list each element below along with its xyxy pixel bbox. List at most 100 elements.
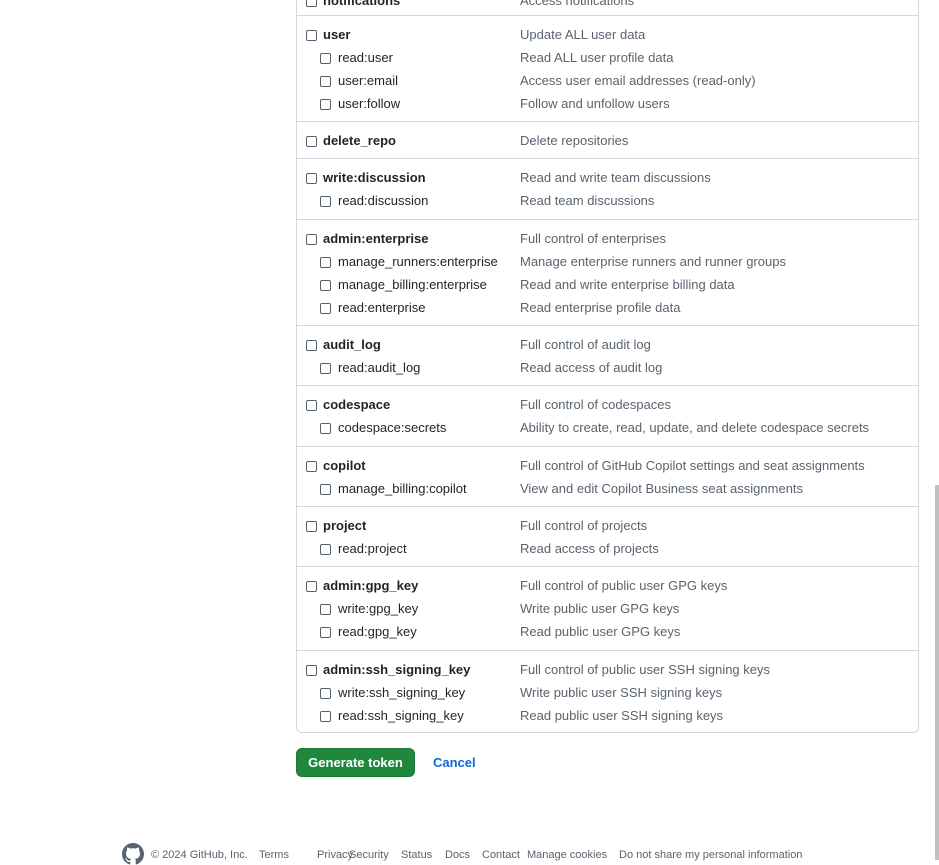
- scope-group: admin:ssh_signing_key Full control of pub…: [297, 651, 918, 733]
- scope-description: View and edit Copilot Business seat assi…: [520, 481, 804, 496]
- scope-row-child: read:audit_log Read access of audit log: [297, 357, 918, 380]
- scope-name: write:discussion: [323, 170, 426, 185]
- scope-row-child: codespace:secrets Ability to create, read…: [297, 417, 918, 440]
- scope-row-parent: admin:gpg_key Full control of public user…: [297, 575, 918, 598]
- scope-description: Read access of audit log: [520, 360, 663, 375]
- scope-name: project: [323, 518, 367, 533]
- scope-name: user:follow: [338, 96, 401, 111]
- scope-name: read:enterprise: [338, 300, 426, 315]
- scope-checkbox[interactable]: [306, 665, 317, 676]
- scope-row-child: read:gpg_key Read public user GPG keys: [297, 621, 918, 644]
- scope-description: Read public user SSH signing keys: [520, 708, 724, 723]
- cancel-link[interactable]: Cancel: [433, 755, 476, 770]
- scope-group: project Full control of projects read:proj…: [297, 507, 918, 567]
- scope-checkbox[interactable]: [306, 400, 317, 411]
- scope-description: Ability to create, read, update, and del…: [520, 420, 870, 435]
- scope-name: delete_repo: [323, 133, 396, 148]
- scrollbar-thumb[interactable]: [935, 485, 939, 860]
- scope-description: Read enterprise profile data: [520, 300, 681, 315]
- footer: © 2024 GitHub, Inc. Terms Privacy Securi…: [122, 843, 932, 865]
- scope-checkbox[interactable]: [320, 604, 331, 615]
- scope-name: manage_billing:enterprise: [338, 277, 487, 292]
- scope-description: Full control of public user GPG keys: [520, 578, 728, 593]
- footer-link-do-not-share[interactable]: Do not share my personal information: [619, 849, 802, 861]
- footer-link-manage-cookies[interactable]: Manage cookies: [527, 849, 607, 861]
- scope-row-child: user:email Access user email addresses (r…: [297, 70, 918, 93]
- scope-description: Read and write enterprise billing data: [520, 277, 735, 292]
- scope-checkbox[interactable]: [306, 521, 317, 532]
- scope-checkbox[interactable]: [320, 711, 331, 722]
- scope-group: user Update ALL user data read:user Read AL…: [297, 16, 918, 122]
- scope-checkbox[interactable]: [320, 423, 331, 434]
- scope-row-parent: project Full control of projects: [297, 515, 918, 538]
- scope-name: manage_billing:copilot: [338, 481, 467, 496]
- scope-row-child: read:enterprise Read enterprise profile d…: [297, 297, 918, 320]
- scope-name: user:email: [338, 73, 398, 88]
- scope-description: Follow and unfollow users: [520, 96, 670, 111]
- scope-row-child: read:user Read ALL user profile data: [297, 47, 918, 70]
- footer-link-terms[interactable]: Terms: [259, 849, 289, 861]
- scope-checkbox[interactable]: [320, 76, 331, 87]
- scope-checkbox[interactable]: [306, 136, 317, 147]
- footer-link-docs[interactable]: Docs: [445, 849, 470, 861]
- scope-name: read:audit_log: [338, 360, 421, 375]
- scope-description: Access notifications: [520, 0, 635, 8]
- scope-checkbox[interactable]: [320, 257, 331, 268]
- scope-name: read:discussion: [338, 193, 429, 208]
- scope-row-child: manage_billing:copilot View and edit Copi…: [297, 478, 918, 501]
- scope-description: Read team discussions: [520, 193, 655, 208]
- scope-description: Read public user GPG keys: [520, 624, 681, 639]
- scope-row-parent: delete_repo Delete repositories: [297, 130, 918, 153]
- scope-group: admin:gpg_key Full control of public user…: [297, 567, 918, 651]
- scope-checkbox[interactable]: [320, 484, 331, 495]
- scope-description: Access user email addresses (read-only): [520, 73, 756, 88]
- scope-name: manage_runners:enterprise: [338, 254, 498, 269]
- scope-checkbox[interactable]: [320, 53, 331, 64]
- scope-checkbox[interactable]: [320, 99, 331, 110]
- scope-checkbox[interactable]: [306, 0, 317, 7]
- scope-description: Read access of projects: [520, 541, 659, 556]
- scope-checkbox[interactable]: [320, 280, 331, 291]
- scope-checkbox[interactable]: [306, 173, 317, 184]
- footer-link-security[interactable]: Security: [349, 849, 389, 861]
- scope-name: user: [323, 27, 351, 42]
- scope-checkbox[interactable]: [306, 581, 317, 592]
- scope-checkbox[interactable]: [320, 303, 331, 314]
- scope-name: write:gpg_key: [338, 601, 419, 616]
- scope-checkbox[interactable]: [320, 363, 331, 374]
- footer-link-privacy[interactable]: Privacy: [317, 849, 353, 861]
- scope-description: Write public user SSH signing keys: [520, 685, 723, 700]
- scope-description: Update ALL user data: [520, 27, 646, 42]
- generate-token-button[interactable]: Generate token: [296, 748, 415, 777]
- scope-checkbox[interactable]: [320, 627, 331, 638]
- scope-name: codespace: [323, 397, 391, 412]
- scope-row-parent: admin:ssh_signing_key Full control of pub…: [297, 659, 918, 682]
- scope-group: copilot Full control of GitHub Copilot se…: [297, 447, 918, 507]
- footer-copyright: © 2024 GitHub, Inc.: [151, 849, 248, 861]
- footer-link-contact[interactable]: Contact: [482, 849, 520, 861]
- scope-name: admin:gpg_key: [323, 578, 419, 593]
- scope-row-parent: admin:enterprise Full control of enterpri…: [297, 228, 918, 251]
- scope-row-child: write:gpg_key Write public user GPG keys: [297, 598, 918, 621]
- scope-checkbox[interactable]: [306, 340, 317, 351]
- scopes-list: notifications Access notifications user Upd…: [296, 0, 919, 733]
- scope-description: Full control of enterprises: [520, 231, 666, 246]
- footer-link-status[interactable]: Status: [401, 849, 432, 861]
- scope-row-child: manage_billing:enterprise Read and write …: [297, 274, 918, 297]
- scope-checkbox[interactable]: [320, 544, 331, 555]
- github-logo-icon[interactable]: [122, 843, 144, 865]
- scope-checkbox[interactable]: [306, 30, 317, 41]
- scope-description: Full control of codespaces: [520, 397, 672, 412]
- scope-row-child: read:project Read access of projects: [297, 538, 918, 561]
- scope-description: Manage enterprise runners and runner gro…: [520, 254, 786, 269]
- scope-group: write:discussion Read and write team disc…: [297, 159, 918, 220]
- scope-description: Full control of audit log: [520, 337, 651, 352]
- scope-description: Full control of GitHub Copilot settings …: [520, 458, 865, 473]
- scope-checkbox[interactable]: [320, 196, 331, 207]
- scope-checkbox[interactable]: [306, 234, 317, 245]
- scope-group: audit_log Full control of audit log read:a…: [297, 326, 918, 386]
- scope-checkbox[interactable]: [320, 688, 331, 699]
- scope-row-child: manage_runners:enterprise Manage enterpri…: [297, 251, 918, 274]
- scope-row-parent: user Update ALL user data: [297, 24, 918, 47]
- scope-checkbox[interactable]: [306, 461, 317, 472]
